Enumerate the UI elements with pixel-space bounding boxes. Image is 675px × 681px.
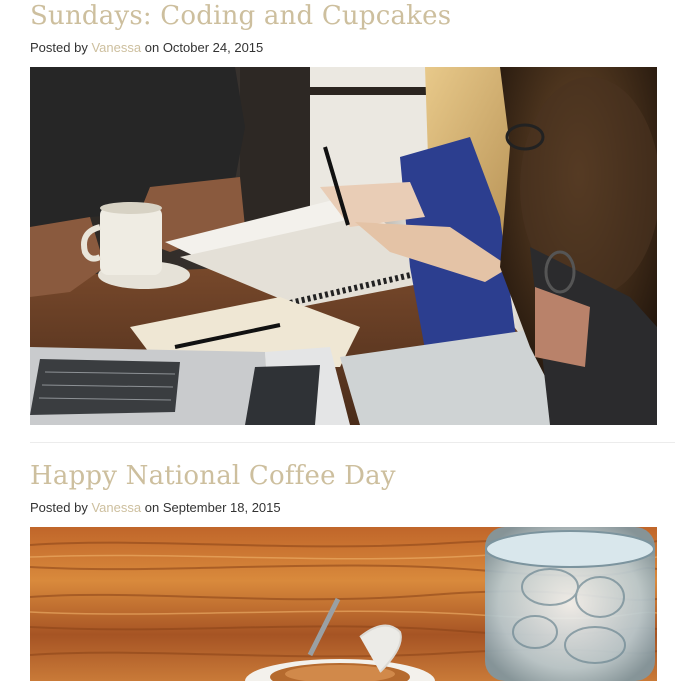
featured-image-meeting[interactable] <box>30 67 657 425</box>
meeting-photo <box>30 67 657 425</box>
post-meta: Posted by Vanessa on October 24, 2015 <box>30 40 263 56</box>
post-title-link[interactable]: Happy National Coffee Day <box>30 460 396 492</box>
meta-on: on <box>144 40 160 55</box>
post-divider <box>30 442 675 443</box>
post-date: September 18, 2015 <box>162 500 281 515</box>
post-date: October 24, 2015 <box>162 40 264 55</box>
author-link[interactable]: Vanessa <box>91 40 141 55</box>
meta-posted-by: Posted by <box>30 500 88 515</box>
author-link[interactable]: Vanessa <box>91 500 141 515</box>
meta-on: on <box>144 500 160 515</box>
meta-posted-by: Posted by <box>30 40 88 55</box>
featured-image-coffee[interactable] <box>30 527 657 681</box>
post-meta: Posted by Vanessa on September 18, 2015 <box>30 500 281 516</box>
post-title-link[interactable]: Sundays: Coding and Cupcakes <box>30 0 451 32</box>
coffee-photo <box>30 527 657 681</box>
